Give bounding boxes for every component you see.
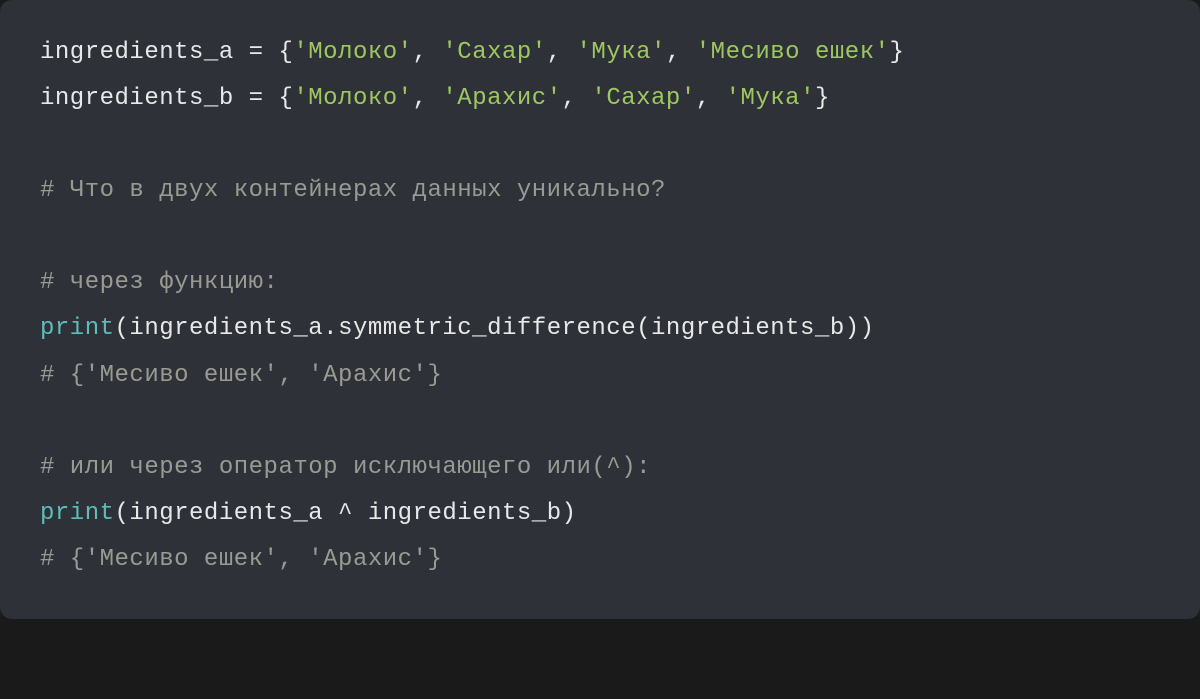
- comma: ,: [562, 85, 592, 112]
- code-line-4: # Что в двух контейнерах данных уникальн…: [40, 168, 1160, 214]
- comment: # {'Месиво ешек', 'Арахис'}: [40, 362, 442, 389]
- string-literal: 'Молоко': [293, 39, 412, 66]
- comma: ,: [413, 39, 443, 66]
- code-line-10: # или через оператор исключающего или(^)…: [40, 445, 1160, 491]
- comma: ,: [413, 85, 443, 112]
- close-brace: }: [890, 39, 905, 66]
- code-line-9: [40, 399, 1160, 445]
- comment: # Что в двух контейнерах данных уникальн…: [40, 177, 666, 204]
- builtin-function: print: [40, 500, 115, 527]
- comma: ,: [666, 39, 696, 66]
- builtin-function: print: [40, 315, 115, 342]
- close-paren: ): [845, 315, 860, 342]
- string-literal: 'Месиво ешек': [696, 39, 890, 66]
- comment: # или через оператор исключающего или(^)…: [40, 454, 651, 481]
- variable-name: ingredients_a: [40, 39, 234, 66]
- string-literal: 'Мука': [726, 85, 815, 112]
- code-line-5: [40, 214, 1160, 260]
- code-line-1: ingredients_a = {'Молоко', 'Сахар', 'Мук…: [40, 30, 1160, 76]
- code-line-11: print(ingredients_a ^ ingredients_b): [40, 491, 1160, 537]
- string-literal: 'Арахис': [442, 85, 561, 112]
- open-paren: (: [636, 315, 651, 342]
- variable-name: ingredients_b: [651, 315, 845, 342]
- open-brace: {: [278, 39, 293, 66]
- code-line-7: print(ingredients_a.symmetric_difference…: [40, 306, 1160, 352]
- dot-operator: .: [323, 315, 338, 342]
- string-literal: 'Молоко': [293, 85, 412, 112]
- string-literal: 'Сахар': [442, 39, 546, 66]
- close-paren: ): [860, 315, 875, 342]
- open-brace: {: [278, 85, 293, 112]
- comment: # {'Месиво ешек', 'Арахис'}: [40, 546, 442, 573]
- variable-name: ingredients_a: [129, 500, 323, 527]
- variable-name: ingredients_b: [368, 500, 562, 527]
- code-line-3: [40, 122, 1160, 168]
- open-paren: (: [115, 500, 130, 527]
- close-brace: }: [815, 85, 830, 112]
- comment: # через функцию:: [40, 269, 278, 296]
- code-line-12: # {'Месиво ешек', 'Арахис'}: [40, 537, 1160, 583]
- code-line-8: # {'Месиво ешек', 'Арахис'}: [40, 353, 1160, 399]
- open-paren: (: [115, 315, 130, 342]
- comma: ,: [696, 85, 726, 112]
- assign-operator: =: [234, 85, 279, 112]
- close-paren: ): [562, 500, 577, 527]
- xor-operator: ^: [323, 500, 368, 527]
- variable-name: ingredients_b: [40, 85, 234, 112]
- variable-name: ingredients_a: [129, 315, 323, 342]
- code-block: ingredients_a = {'Молоко', 'Сахар', 'Мук…: [0, 0, 1200, 619]
- string-literal: 'Мука': [577, 39, 666, 66]
- code-line-6: # через функцию:: [40, 260, 1160, 306]
- method-name: symmetric_difference: [338, 315, 636, 342]
- code-line-2: ingredients_b = {'Молоко', 'Арахис', 'Са…: [40, 76, 1160, 122]
- assign-operator: =: [234, 39, 279, 66]
- comma: ,: [547, 39, 577, 66]
- string-literal: 'Сахар': [591, 85, 695, 112]
